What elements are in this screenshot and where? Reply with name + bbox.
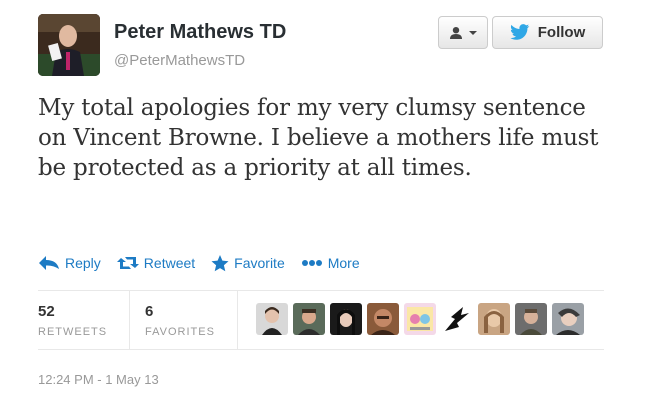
retweets-label: RETWEETS <box>38 326 108 338</box>
star-icon <box>211 254 229 271</box>
retweets-count: 52 <box>38 303 55 320</box>
favoriter-avatar[interactable] <box>367 303 399 335</box>
favorites-label: FAVORITES <box>145 326 215 338</box>
twitter-bird-icon <box>510 24 530 40</box>
reply-label: Reply <box>65 255 101 271</box>
favoriter-avatar[interactable] <box>478 303 510 335</box>
follow-label: Follow <box>537 24 586 41</box>
favoriter-avatar[interactable] <box>552 303 584 335</box>
favorite-label: Favorite <box>234 255 285 271</box>
reply-icon <box>39 256 59 270</box>
stats-separator <box>129 291 130 349</box>
favoriter-avatar[interactable] <box>330 303 362 335</box>
favoriter-avatar[interactable] <box>293 303 325 335</box>
tweet-text: My total apologies for my very clumsy se… <box>38 95 599 181</box>
more-label: More <box>327 255 360 271</box>
retweet-icon <box>116 257 139 269</box>
more-dots-icon <box>301 260 322 266</box>
follow-button[interactable]: Follow <box>492 16 603 49</box>
favoriter-avatar[interactable] <box>256 303 288 335</box>
reply-button[interactable]: Reply <box>38 255 101 271</box>
more-button[interactable]: More <box>301 255 360 271</box>
favoriter-avatar[interactable] <box>404 303 436 335</box>
favorites-count: 6 <box>145 303 154 320</box>
user-actions-dropdown[interactable] <box>438 16 488 49</box>
author-name[interactable]: Peter Mathews TD <box>114 21 286 44</box>
tweet-actions: Reply Retweet Favorite More <box>38 252 376 274</box>
favorites-stat[interactable]: 6 FAVORITES <box>145 291 215 349</box>
tweet-timestamp[interactable]: 12:24 PM - 1 May 13 <box>38 372 159 387</box>
author-avatar[interactable] <box>38 14 100 76</box>
favoriters-avatars <box>256 303 589 335</box>
tweet-stats: 52 RETWEETS 6 FAVORITES <box>38 291 604 349</box>
retweet-label: Retweet <box>143 255 196 271</box>
retweets-stat[interactable]: 52 RETWEETS <box>38 291 107 349</box>
stats-separator <box>237 291 238 349</box>
user-icon <box>449 26 462 39</box>
favoriter-avatar[interactable] <box>515 303 547 335</box>
favorite-button[interactable]: Favorite <box>211 254 285 272</box>
favoriter-avatar[interactable] <box>441 303 473 335</box>
divider-bottom <box>38 349 604 350</box>
caret-down-icon <box>468 30 477 35</box>
retweet-button[interactable]: Retweet <box>116 255 196 271</box>
author-handle[interactable]: @PeterMathewsTD <box>114 52 245 69</box>
